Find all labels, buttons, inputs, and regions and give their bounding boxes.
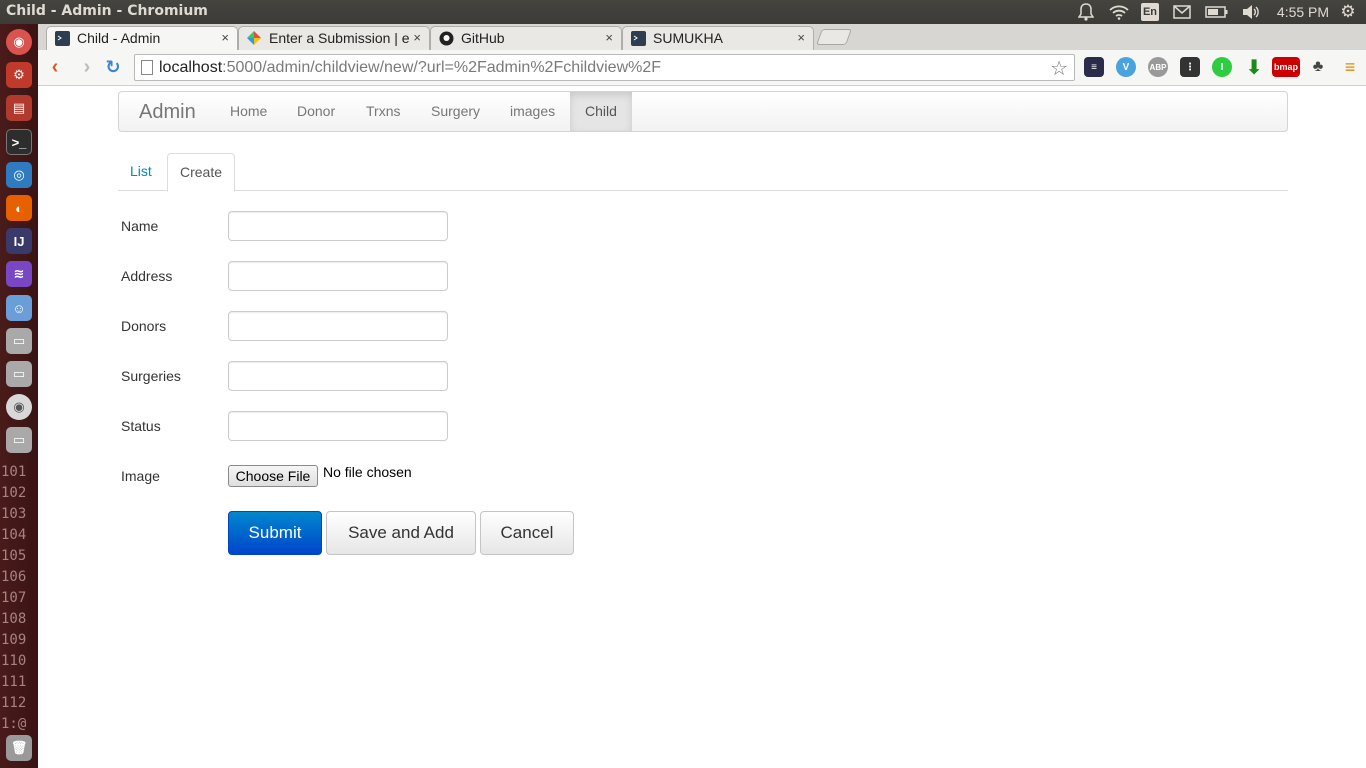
donors-input[interactable] [228, 311, 448, 341]
surgeries-label: Surgeries [121, 368, 181, 384]
terminal-icon[interactable]: >_ [6, 129, 32, 155]
brand[interactable]: Admin [139, 101, 196, 124]
terminal-favicon-icon [631, 31, 646, 46]
reload-button[interactable]: ↻ [102, 56, 124, 78]
drive-icon[interactable]: ▭ [6, 328, 32, 354]
name-input[interactable] [228, 211, 448, 241]
form-row-image: Image Choose File No file chosen [121, 461, 821, 491]
tab-sumukha[interactable]: SUMUKHA × [622, 26, 814, 50]
bookmark-star-icon[interactable]: ☆ [1050, 56, 1068, 81]
drive-icon[interactable]: ▭ [6, 361, 32, 387]
page-content: Admin Home Donor Trxns Surgery images Ch… [38, 86, 1366, 768]
save-and-add-button[interactable]: Save and Add [326, 511, 476, 555]
browser-tab-strip: Child - Admin × Enter a Submission | e ×… [38, 24, 1366, 50]
form-row-address: Address [121, 261, 821, 291]
admin-navbar: Admin Home Donor Trxns Surgery images Ch… [118, 91, 1288, 132]
nav-trxns[interactable]: Trxns [351, 92, 415, 131]
wifi-icon[interactable] [1108, 2, 1130, 22]
tab-label: SUMUKHA [653, 30, 724, 46]
buffer-icon[interactable]: ≡ [1084, 57, 1104, 77]
surgeries-input[interactable] [228, 361, 448, 391]
address-label: Address [121, 268, 173, 284]
keyboard-layout-indicator[interactable]: En [1141, 3, 1159, 21]
file-status-text: No file chosen [323, 464, 412, 480]
adblock-icon[interactable]: ABP [1148, 57, 1168, 77]
tab-list[interactable]: List [118, 153, 164, 191]
volume-icon[interactable] [1240, 2, 1262, 22]
status-input[interactable] [228, 411, 448, 441]
pinwheel-favicon-icon [247, 31, 262, 46]
submit-button[interactable]: Submit [228, 511, 322, 555]
tab-github[interactable]: GitHub × [430, 26, 622, 50]
tab-enter-submission[interactable]: Enter a Submission | e × [238, 26, 430, 50]
nav-home[interactable]: Home [215, 92, 282, 131]
forward-button[interactable]: › [76, 56, 98, 78]
page-icon [141, 60, 153, 75]
new-tab-button[interactable] [816, 29, 852, 45]
terminal-line-numbers: 101 102 103 104 105 106 107 108 109 110 111 11… [1, 464, 27, 732]
files-icon[interactable]: ▤ [6, 95, 32, 121]
ubuntu-logo-icon[interactable]: ◉ [6, 29, 32, 55]
choose-file-button[interactable]: Choose File [228, 465, 318, 487]
reddit-icon[interactable]: ☺ [6, 295, 32, 321]
clock[interactable]: 4:55 PM [1276, 2, 1330, 22]
tab-label: Child - Admin [77, 30, 161, 46]
donors-label: Donors [121, 318, 167, 334]
tab-label: GitHub [461, 30, 505, 46]
name-label: Name [121, 218, 159, 234]
notification-bell-icon[interactable] [1076, 2, 1096, 22]
nav-surgery[interactable]: Surgery [416, 92, 495, 131]
evernote-icon[interactable]: ♣ [1308, 57, 1328, 77]
launcher: ◉ ⚙ ▤ >_ ◎ ◐ IJ ≋ ☺ ▭ ▭ ◉ ▭ 101 102 103 10… [0, 24, 38, 768]
bmap-icon[interactable]: bmap [1272, 57, 1300, 77]
mail-icon[interactable] [1172, 2, 1192, 22]
address-bar[interactable]: localhost:5000/admin/childview/new/?url=… [134, 54, 1075, 81]
battery-icon[interactable] [1204, 2, 1230, 22]
trash-icon[interactable]: 🗑 [6, 735, 32, 761]
back-button[interactable]: ‹ [44, 56, 66, 78]
system-top-bar: Child - Admin - Chromium En 4:55 PM ⚙ [0, 0, 1366, 24]
firefox-icon[interactable]: ◐ [6, 195, 32, 221]
instapaper-icon[interactable]: I [1212, 57, 1232, 77]
nav-images[interactable]: images [495, 92, 570, 131]
tab-child-admin[interactable]: Child - Admin × [46, 26, 238, 50]
emacs-icon[interactable]: ≋ [6, 261, 32, 287]
traffic-light-icon[interactable]: ⋮ [1180, 57, 1200, 77]
tab-create[interactable]: Create [167, 153, 236, 192]
tab-close-icon[interactable]: × [413, 30, 421, 45]
vimeo-icon[interactable]: V [1116, 57, 1136, 77]
form-row-donors: Donors [121, 311, 821, 341]
github-favicon-icon [439, 31, 454, 46]
tab-label: Enter a Submission | e [269, 30, 409, 46]
chromium-icon[interactable]: ◎ [6, 162, 32, 188]
url-text[interactable]: localhost:5000/admin/childview/new/?url=… [159, 59, 661, 77]
dvd-icon[interactable]: ◉ [6, 394, 32, 420]
menu-icon[interactable]: ≡ [1340, 57, 1360, 77]
system-settings-icon[interactable]: ⚙ [6, 62, 32, 88]
settings-gear-icon[interactable]: ⚙ [1338, 2, 1358, 22]
drive-icon[interactable]: ▭ [6, 427, 32, 453]
cancel-button[interactable]: Cancel [480, 511, 574, 555]
address-input[interactable] [228, 261, 448, 291]
nav-child[interactable]: Child [570, 92, 632, 131]
terminal-favicon-icon [55, 31, 70, 46]
window-title: Child - Admin - Chromium [6, 3, 208, 19]
image-label: Image [121, 468, 160, 484]
tab-close-icon[interactable]: × [221, 30, 229, 45]
form-row-status: Status [121, 411, 821, 441]
tab-close-icon[interactable]: × [605, 30, 613, 45]
nav-donor[interactable]: Donor [282, 92, 350, 131]
intellij-icon[interactable]: IJ [6, 228, 32, 254]
form-row-name: Name [121, 211, 821, 241]
form-row-surgeries: Surgeries [121, 361, 821, 391]
view-tabs: List Create [118, 153, 1288, 192]
browser-toolbar: ‹ › ↻ localhost:5000/admin/childview/new… [38, 50, 1366, 86]
status-label: Status [121, 418, 161, 434]
tab-close-icon[interactable]: × [797, 30, 805, 45]
download-icon[interactable]: ⬇ [1244, 57, 1264, 79]
